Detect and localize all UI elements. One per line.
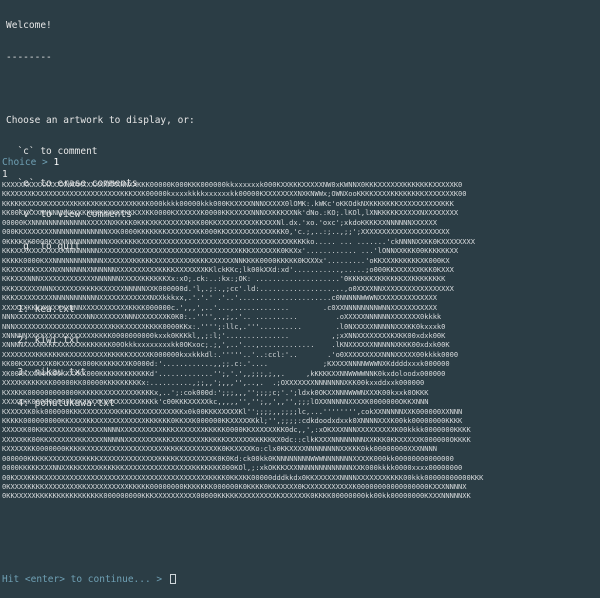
text-cursor-icon	[169, 574, 176, 584]
menu-instructions: Choose an artwork to display, or:	[6, 114, 195, 126]
artwork-row: 000000KKKKKXXXXXXXXKKKKXXXXXXXXXXXXXXKKK…	[2, 453, 454, 463]
artwork-row: 0KKKKKK0000KXXNNNNNNNNNNNXXKKKKKKXXXXXXX…	[2, 236, 475, 246]
artwork-row: NNNXXXXXXXXXXXXXXXXXNNXXXXXXXNNNXXXXXXXK…	[2, 312, 442, 322]
artwork-row: 0KXXXXKKKKXXXXXXXXKKXXXXXXXXXXKKKKK00000…	[2, 482, 467, 491]
artwork-row: KKXXXXXKXXXXXXXXXXXXXXXXXXXXKKKXXK00000k…	[2, 189, 467, 199]
artwork-row: 000KKXXXXXXXNNNNNNNNNNNNNXXK0000KKKKKKKX…	[2, 227, 450, 237]
artwork-row: XNNNNXXXXKKKKXXXXXXKKKKKKK00Okkkxxxxxxxx…	[2, 340, 450, 350]
artwork-row: 00KXXXKKKKXXXXXXXXXXXXXXXXXXXXXXXXXXXXXX…	[2, 472, 484, 482]
choice-prompt-label: Choice >	[2, 157, 54, 168]
artwork-row: 0000KKKKKXXXNNXXKKKXXXXKKKKKKXXXXXXXXXXX…	[2, 463, 463, 473]
artwork-row: KKKXXXXXXXXXNNNNNNNNNNNXXXXXXXXXXXXNXXkk…	[2, 293, 437, 303]
continue-prompt[interactable]: Hit <enter> to continue... >	[2, 574, 176, 585]
artwork-row: KK00KXXXXXXK0KXXXXK000KKKKKKXXK0000d:'..…	[2, 359, 450, 369]
command-comment: `c` to comment	[6, 146, 195, 158]
artwork-row: KKKKK0000KXXNNNNNNNNNNNNXXXXXXXKKKKKXXXX…	[2, 255, 450, 265]
artwork-row: KKKKK000000000KKXXXXKKXXXXXXXXXXXXKKKKKK…	[2, 415, 463, 425]
artwork-row: XXXXXKK000000000XXXXXXXXXXXXXXXXXKKKk'c0…	[2, 397, 429, 407]
artwork-row: XXXXXXKKKXXXXXXXNNNXXXXXXXXXXXKKKK000000…	[2, 302, 437, 312]
artwork-row: KKKXXXNNNXXXXXXXXXXXXXNNNNNNXXXXXKKKKKKX…	[2, 274, 446, 284]
artwork-row: XK00KKXXXKKK00KXXXKK000KKKKKKKKKKKKd'...…	[2, 368, 446, 378]
artwork-row: KKXXXXKKXXXXNXNNNNNNXNNNNNNXXXXXXXXXXKKK…	[2, 264, 454, 274]
artwork-row: KKKKKKXXXXKXXXXXXKKKKXKKKXXXXXXKKKK000kk…	[2, 198, 454, 208]
artwork-row: 0KKXXXXXKKKKKKKKKKKKKKKK000000000KKKXXXX…	[2, 491, 471, 501]
artwork-row: 00000KXNNNNNNNNNNNNNXXXXXNXKKKK0KKKXKKXX…	[2, 217, 437, 227]
artwork-row: XNNNNNXXXXXXXXXXXXXXXXKKKK0000000000kxxk…	[2, 331, 446, 340]
artwork-row: XXXXXXXXKKKKKKKKXXXXXXXXXKKKKKXXXXXK0000…	[2, 349, 459, 359]
command-comment-text: `c` to comment	[17, 146, 98, 157]
artwork-row: KXXXXXK0kk000000KKKXXXXXXXXKKKKXXXXXXXXX…	[2, 406, 463, 416]
choice-prompt: Choice > 1	[2, 157, 59, 168]
artwork-row: KKKXXXXXXXXXXXXNNNNNNNNXXXXXXXXXXXXXXXXX…	[2, 246, 459, 256]
artwork-row: KXXKKK000000000000KKKKKKXXXXXXXXKKKKx,..…	[2, 387, 429, 397]
terminal-window: Welcome! -------- Choose an artwork to d…	[0, 0, 600, 598]
artwork-row: KK00KXXXXNNNNNNNXXKKKKXXXXXXKKKKXXKK0000…	[2, 208, 459, 218]
ascii-artwork: KXXXXKKXXXXXXXXNXXXXXXXXXXXXNNXXKKK00000…	[2, 180, 598, 564]
artwork-row: KXXXXKKXXXXXXXXNXXXXXXXXXXXXNNXXKKK00000…	[2, 180, 463, 189]
welcome-underline: --------	[6, 51, 52, 63]
artwork-row: KKKXXXXXXNNNXXXXXXXKKKKKXXXXXNNNNNXXK000…	[2, 283, 454, 293]
choice-echo: 1	[2, 169, 8, 180]
choice-input[interactable]: 1	[53, 157, 59, 168]
artwork-row: XXXXXK00KKKXXXXXXXKKXXXXNNNNXXXXXXXXXXKK…	[2, 425, 471, 435]
artwork-row: NNNXXXXXXXXXXXXXXXXXXXXXXXKKKXXXXXKKKK00…	[2, 321, 446, 331]
welcome-title: Welcome!	[6, 20, 52, 31]
artwork-row: KXXXXXKK0000000KKKKKXXXXXXXXXXXXXXXXXXXK…	[2, 444, 437, 454]
artwork-row: XXXXXKK00KKXXXXXXXKKXXXXNNNNNXXXXXXXXKKK…	[2, 434, 471, 444]
continue-prompt-text: Hit <enter> to continue... >	[2, 574, 168, 585]
artwork-row: XXXXKKKKKKKK00000KK00000KKKKKKKKKx:.....…	[2, 378, 425, 388]
